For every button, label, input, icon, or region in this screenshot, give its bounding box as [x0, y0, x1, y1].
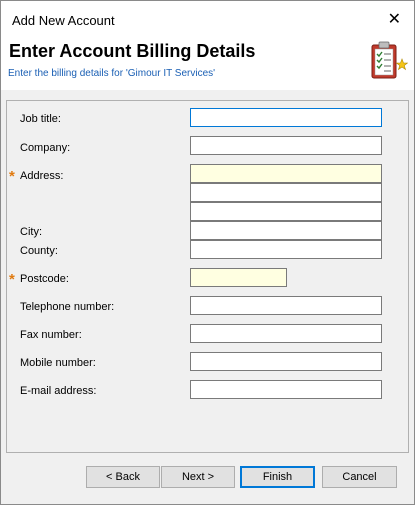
- telephone-label: Telephone number:: [20, 301, 115, 313]
- county-input[interactable]: [190, 240, 382, 259]
- mobile-input[interactable]: [190, 352, 382, 371]
- address-required-marker: *: [9, 168, 15, 185]
- job-title-label: Job title:: [20, 113, 61, 125]
- address-line-3-input[interactable]: [190, 202, 382, 221]
- city-input[interactable]: [190, 221, 382, 240]
- page-subtitle: Enter the billing details for 'Gimour IT…: [8, 68, 216, 79]
- window-title: Add New Account: [12, 13, 115, 28]
- telephone-input[interactable]: [190, 296, 382, 315]
- billing-form: Job title: Company: * Address: City: Cou…: [6, 100, 409, 453]
- finish-button[interactable]: Finish: [240, 466, 315, 488]
- page-title: Enter Account Billing Details: [9, 41, 256, 61]
- job-title-input[interactable]: [190, 108, 382, 127]
- postcode-input[interactable]: [190, 268, 287, 287]
- county-label: County:: [20, 245, 58, 257]
- cancel-button[interactable]: Cancel: [322, 466, 397, 488]
- title-bar: Add New Account ✕: [1, 1, 414, 39]
- city-label: City:: [20, 226, 42, 238]
- postcode-label: Postcode:: [20, 273, 69, 285]
- email-label: E-mail address:: [20, 385, 97, 397]
- wizard-banner: Enter Account Billing Details Enter the …: [1, 39, 414, 90]
- mobile-label: Mobile number:: [20, 357, 96, 369]
- fax-label: Fax number:: [20, 329, 82, 341]
- email-input[interactable]: [190, 380, 382, 399]
- dialog-window: Add New Account ✕ Enter Account Billing …: [0, 0, 415, 505]
- fax-input[interactable]: [190, 324, 382, 343]
- address-lines: [190, 164, 382, 221]
- next-button[interactable]: Next >: [161, 466, 235, 488]
- address-line-1-input[interactable]: [190, 164, 382, 183]
- company-input[interactable]: [190, 136, 382, 155]
- postcode-required-marker: *: [9, 271, 15, 288]
- close-icon[interactable]: ✕: [388, 10, 401, 30]
- address-label: Address:: [20, 170, 64, 182]
- address-line-2-input[interactable]: [190, 183, 382, 202]
- company-label: Company:: [20, 142, 71, 154]
- clipboard-checklist-icon: [368, 39, 409, 86]
- back-button[interactable]: < Back: [86, 466, 160, 488]
